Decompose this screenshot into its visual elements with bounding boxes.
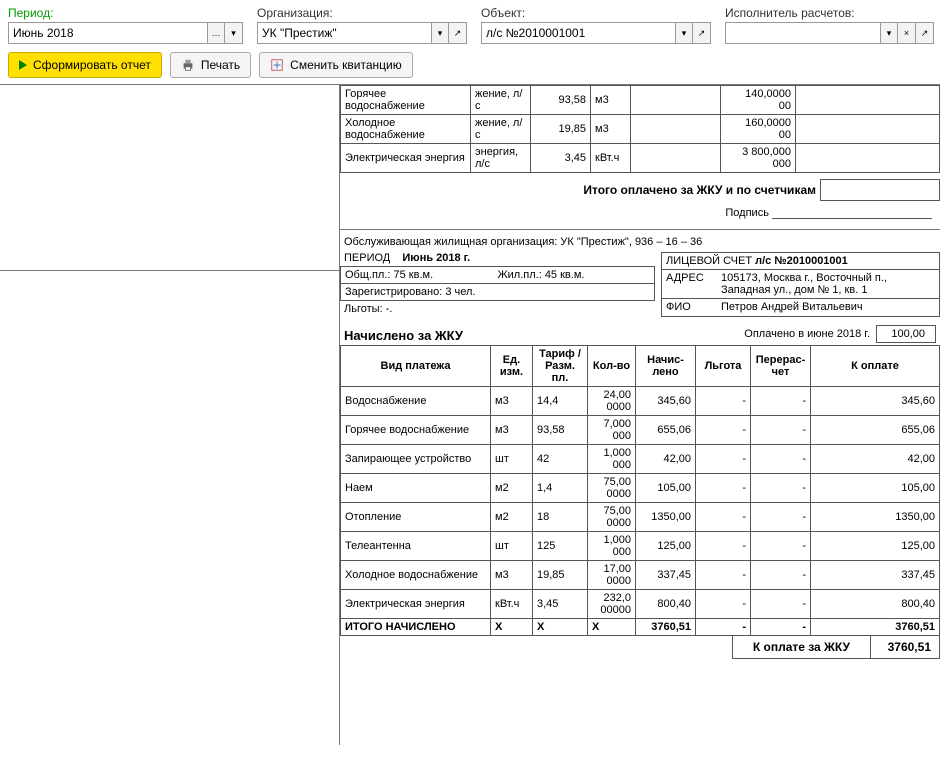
form-report-button[interactable]: Сформировать отчет (8, 52, 162, 78)
table-row: Горячее водоснабжениежение, л/с93,58м314… (341, 86, 940, 115)
report-area: Горячее водоснабжениежение, л/с93,58м314… (0, 84, 940, 745)
period-pick-icon[interactable]: … (207, 22, 225, 44)
org-label: Организация: (257, 6, 467, 20)
charges-title: Начислено за ЖКУ (344, 328, 463, 343)
executor-input[interactable] (725, 22, 880, 44)
filter-row: Период: … ▾ Организация: ▾ ↗ Объект: ▾ ↗ (8, 6, 932, 44)
action-row: Сформировать отчет Печать Сменить квитан… (8, 52, 932, 78)
period-line: ПЕРИОД Июнь 2018 г. (340, 252, 655, 266)
org-dropdown-icon[interactable]: ▾ (431, 22, 449, 44)
period-label: Период: (8, 6, 243, 20)
table-row: Наемм21,475,00 0000105,00--105,00 (341, 474, 940, 503)
paid-amount: 100,00 (876, 325, 936, 343)
table-row: Водоснабжением314,424,00 0000345,60--345… (341, 387, 940, 416)
swap-icon (270, 58, 284, 72)
play-icon (19, 60, 27, 70)
meters-table: Горячее водоснабжениежение, л/с93,58м314… (340, 85, 940, 173)
benefits-line: Льготы: -. (340, 301, 655, 317)
object-input[interactable] (481, 22, 675, 44)
object-dropdown-icon[interactable]: ▾ (675, 22, 693, 44)
left-gutter (0, 85, 340, 745)
change-receipt-button[interactable]: Сменить квитанцию (259, 52, 413, 78)
table-row: Электрическая энергиякВт.ч3,45232,0 0000… (341, 590, 940, 619)
premises-box: Общ.пл.: 75 кв.м. Жил.пл.: 45 кв.м. Заре… (340, 266, 655, 301)
table-row: Горячее водоснабжением393,587,000 000655… (341, 416, 940, 445)
table-row: Отоплением21875,00 00001350,00--1350,00 (341, 503, 940, 532)
final-pay: К оплате за ЖКУ 3760,51 (340, 636, 940, 659)
print-button[interactable]: Печать (170, 52, 251, 78)
toolbar: Период: … ▾ Организация: ▾ ↗ Объект: ▾ ↗ (0, 0, 940, 84)
period-dropdown-icon[interactable]: ▾ (225, 22, 243, 44)
report-content: Горячее водоснабжениежение, л/с93,58м314… (340, 85, 940, 745)
executor-open-icon[interactable]: ↗ (916, 22, 934, 44)
table-row: Телеантеннашт1251,000 000125,00--125,00 (341, 532, 940, 561)
object-label: Объект: (481, 6, 711, 20)
org-info-line: Обслуживающая жилищная организация: УК "… (340, 234, 940, 248)
table-row: Электрическая энергияэнергия, л/с3,45кВт… (341, 144, 940, 173)
paid-summary-box (820, 179, 940, 201)
table-row: Холодное водоснабжением319,8517,00 00003… (341, 561, 940, 590)
executor-dropdown-icon[interactable]: ▾ (880, 22, 898, 44)
object-open-icon[interactable]: ↗ (693, 22, 711, 44)
table-row: Запирающее устройствошт421,000 00042,00-… (341, 445, 940, 474)
executor-clear-icon[interactable]: × (898, 22, 916, 44)
charges-table: Вид платежа Ед. изм. Тариф / Разм. пл. К… (340, 345, 940, 636)
print-icon (181, 58, 195, 72)
paid-summary: Итого оплачено за ЖКУ и по счетчикам (340, 179, 940, 201)
paid-label: Оплачено в июне 2018 г. (744, 328, 870, 340)
table-row: Холодное водоснабжениежение, л/с19,85м31… (341, 115, 940, 144)
account-box: ЛИЦЕВОЙ СЧЕТ л/с №2010001001 АДРЕС 10517… (661, 252, 940, 317)
period-input[interactable] (8, 22, 207, 44)
signature-line: Подпись (340, 201, 940, 225)
org-open-icon[interactable]: ↗ (449, 22, 467, 44)
totals-row: ИТОГО НАЧИСЛЕНОХХХ3760,51--3760,51 (341, 619, 940, 636)
org-input[interactable] (257, 22, 431, 44)
executor-label: Исполнитель расчетов: (725, 6, 934, 20)
